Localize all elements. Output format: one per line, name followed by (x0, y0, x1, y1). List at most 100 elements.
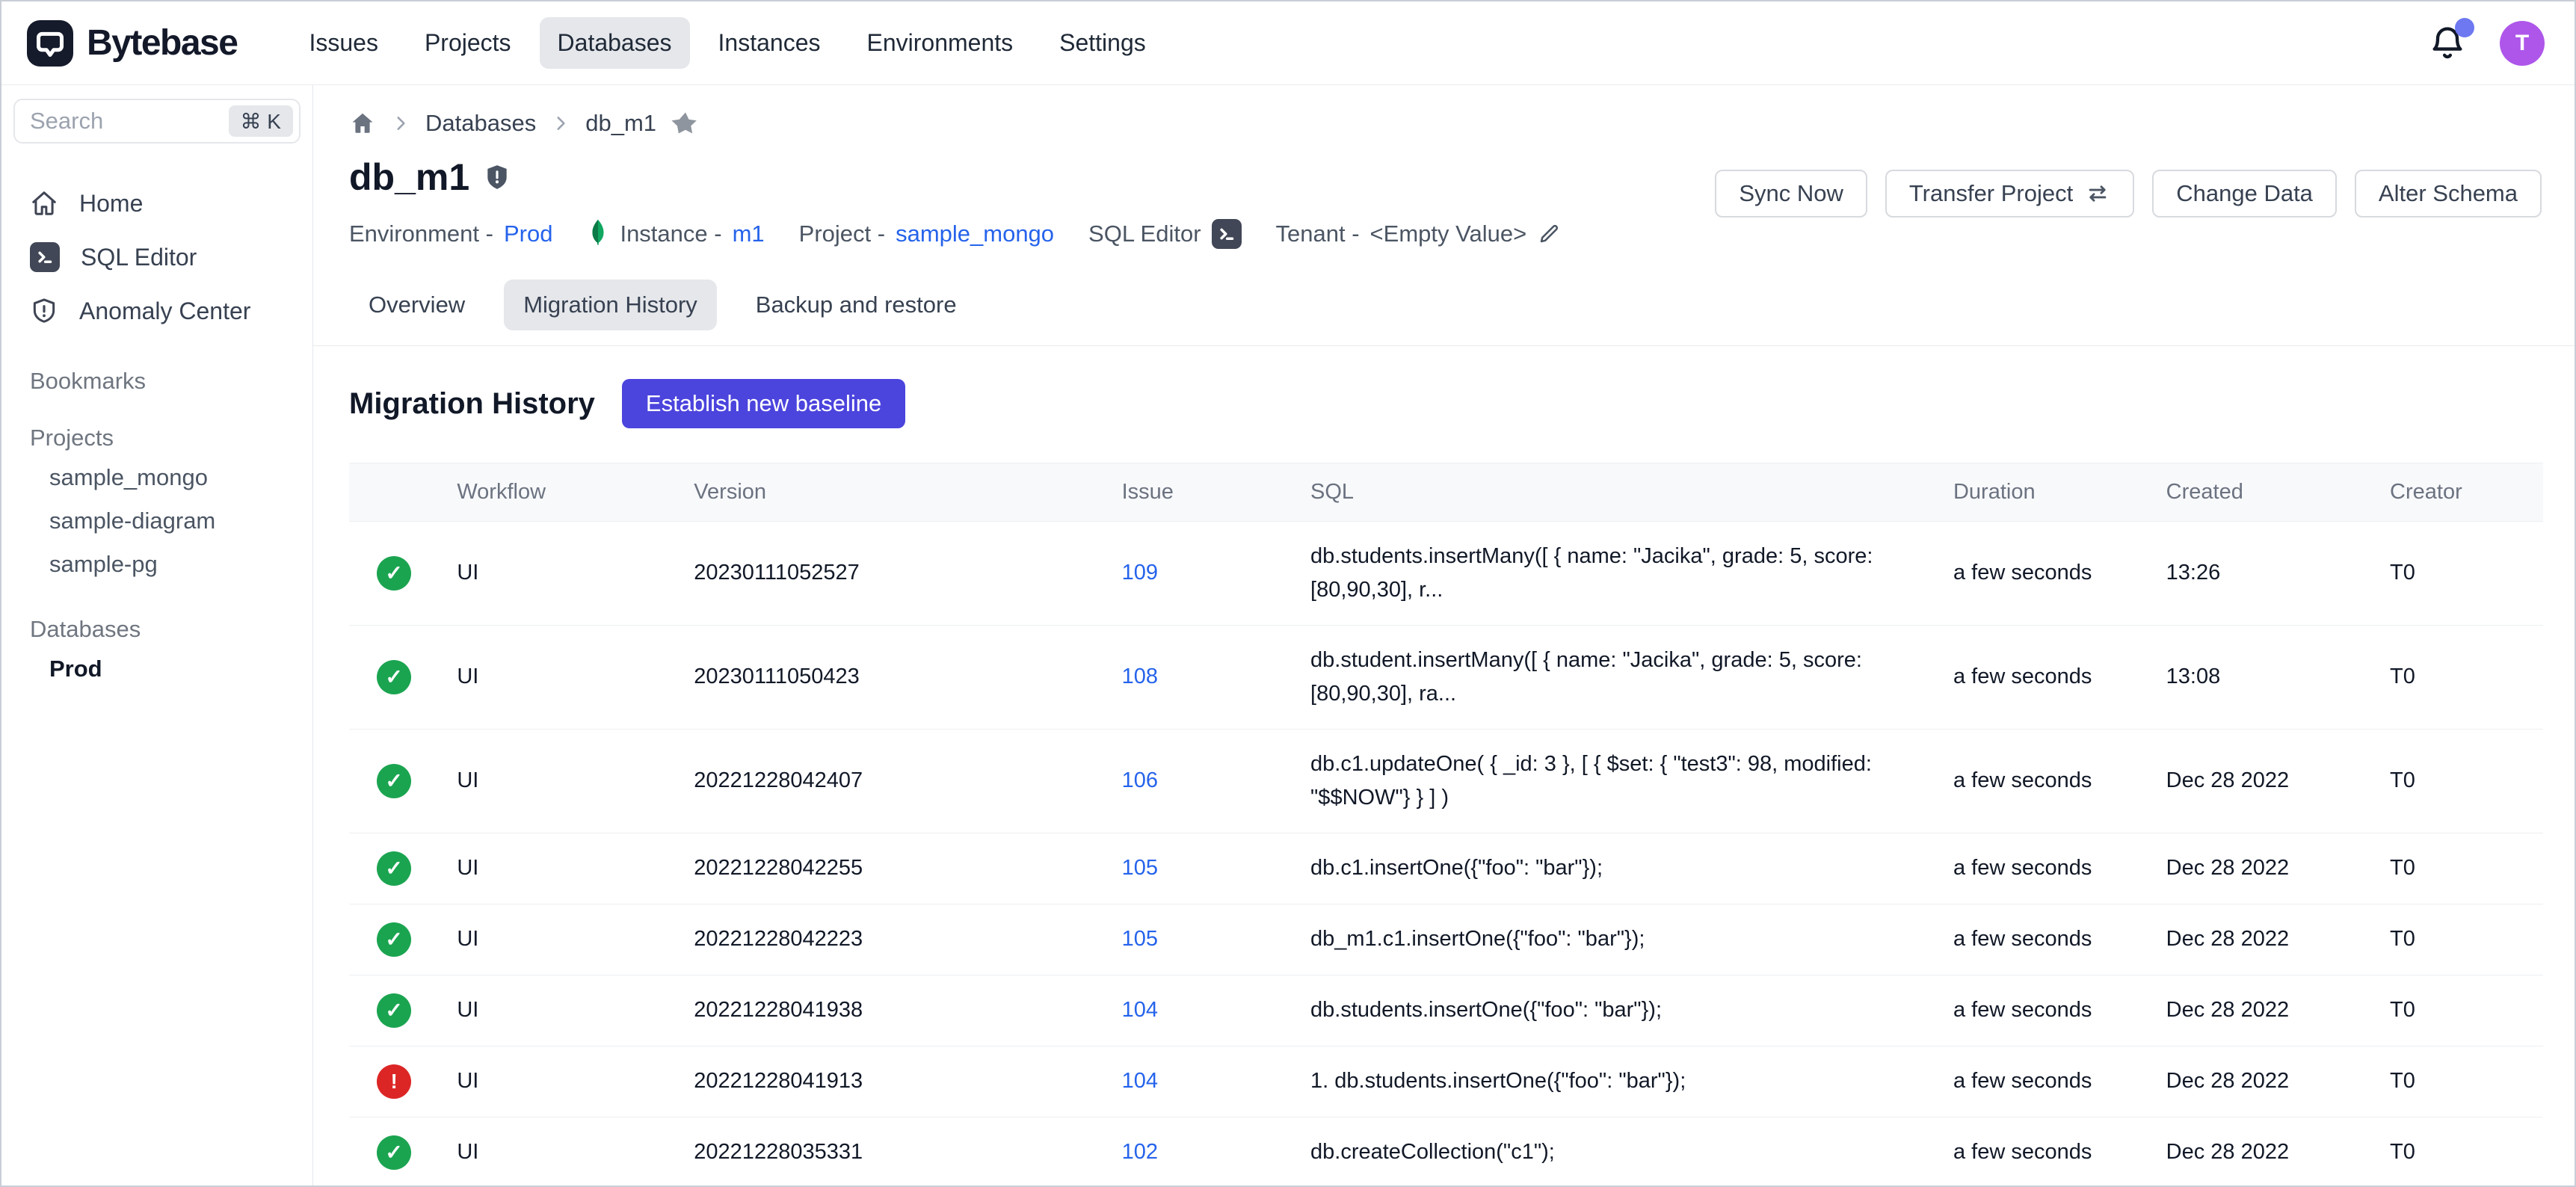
issue-link[interactable]: 104 (1122, 998, 1158, 1022)
sql-cell: db.students.insertOne({"foo": "bar"}); (1292, 975, 1935, 1046)
nav-item-issues[interactable]: Issues (291, 17, 395, 69)
breadcrumb-current: db_m1 (585, 110, 656, 137)
establish-baseline-button[interactable]: Establish new baseline (622, 379, 905, 428)
sidebar-section-bookmarks: Bookmarks (1, 368, 312, 395)
issue-column-header: Issue (1104, 463, 1292, 522)
sidebar-item-anomaly-center[interactable]: Anomaly Center (1, 284, 312, 338)
issue-link[interactable]: 105 (1122, 927, 1158, 951)
creator-cell: T0 (2372, 729, 2543, 833)
duration-cell: a few seconds (1935, 1117, 2148, 1186)
tab-overview[interactable]: Overview (349, 280, 484, 330)
workflow-cell: UI (439, 729, 676, 833)
meta-sql-editor[interactable]: SQL Editor (1088, 219, 1241, 249)
alter-schema-button[interactable]: Alter Schema (2355, 170, 2542, 218)
search-shortcut-badge: ⌘ K (229, 105, 293, 137)
meta-environment: Environment - Prod (349, 221, 552, 247)
tab-backup-and-restore[interactable]: Backup and restore (736, 280, 976, 330)
top-nav: Bytebase Issues Projects Databases Insta… (1, 1, 2575, 85)
shield-icon (483, 163, 511, 191)
edit-pencil-icon[interactable] (1537, 222, 1561, 246)
sidebar-item-label: Anomaly Center (79, 297, 250, 325)
workflow-column-header: Workflow (439, 463, 676, 522)
transfer-project-button[interactable]: Transfer Project (1885, 170, 2134, 218)
table-row: UI 20221228042407 106 db.c1.updateOne( {… (349, 729, 2543, 833)
duration-cell: a few seconds (1935, 833, 2148, 904)
status-icon (377, 1064, 411, 1099)
sidebar-section-databases: Databases (1, 616, 312, 643)
sidebar-project-sample-mongo[interactable]: sample_mongo (1, 456, 312, 499)
section-title: Migration History (349, 387, 595, 421)
table-row: UI 20221228042223 105 db_m1.c1.insertOne… (349, 904, 2543, 975)
table-row: UI 20221228041938 104 db.students.insert… (349, 975, 2543, 1046)
nav-item-environments[interactable]: Environments (848, 17, 1031, 69)
sidebar-item-label: Home (79, 190, 143, 218)
nav-item-projects[interactable]: Projects (407, 17, 529, 69)
breadcrumb-home-icon[interactable] (349, 110, 376, 137)
issue-link[interactable]: 105 (1122, 856, 1158, 880)
workflow-cell: UI (439, 522, 676, 626)
sidebar-item-home[interactable]: Home (1, 176, 312, 230)
created-cell: Dec 28 2022 (2148, 729, 2372, 833)
version-cell: 20230111052527 (676, 522, 1103, 626)
creator-cell: T0 (2372, 1117, 2543, 1186)
tab-migration-history[interactable]: Migration History (504, 280, 717, 330)
workflow-cell: UI (439, 1046, 676, 1117)
created-column-header: Created (2148, 463, 2372, 522)
environment-link[interactable]: Prod (504, 221, 552, 247)
created-cell: Dec 28 2022 (2148, 1046, 2372, 1117)
duration-cell: a few seconds (1935, 625, 2148, 729)
brand[interactable]: Bytebase (27, 20, 237, 67)
project-link[interactable]: sample_mongo (896, 221, 1054, 247)
sql-cell: db.students.insertMany([ { name: "Jacika… (1292, 522, 1935, 626)
issue-link[interactable]: 108 (1122, 665, 1158, 688)
created-cell: Dec 28 2022 (2148, 904, 2372, 975)
sidebar-project-sample-diagram[interactable]: sample-diagram (1, 499, 312, 543)
breadcrumb-databases[interactable]: Databases (425, 110, 536, 137)
terminal-icon (1212, 219, 1242, 249)
main-panel: Databases db_m1 db_m1 (313, 85, 2575, 1186)
favorite-star-icon[interactable] (671, 109, 700, 138)
table-row: UI 20221228041913 104 1. db.students.ins… (349, 1046, 2543, 1117)
sidebar-database-prod[interactable]: Prod (1, 647, 312, 691)
sql-cell: db_m1.c1.insertOne({"foo": "bar"}); (1292, 904, 1935, 975)
avatar[interactable]: T (2500, 21, 2545, 66)
issue-link[interactable]: 104 (1122, 1069, 1158, 1093)
notifications-button[interactable] (2428, 24, 2467, 63)
version-column-header: Version (676, 463, 1103, 522)
shield-alert-icon (30, 297, 58, 325)
issue-link[interactable]: 102 (1122, 1140, 1158, 1164)
meta-project: Project - sample_mongo (799, 221, 1054, 247)
creator-cell: T0 (2372, 975, 2543, 1046)
created-cell: Dec 28 2022 (2148, 975, 2372, 1046)
version-cell: 20221228041913 (676, 1046, 1103, 1117)
issue-link[interactable]: 109 (1122, 561, 1158, 585)
version-cell: 20221228041938 (676, 975, 1103, 1046)
nav-item-databases[interactable]: Databases (540, 17, 690, 69)
table-row: UI 20221228042255 105 db.c1.insertOne({"… (349, 833, 2543, 904)
issue-link[interactable]: 106 (1122, 768, 1158, 792)
created-cell: Dec 28 2022 (2148, 833, 2372, 904)
database-tabs: Overview Migration History Backup and re… (313, 280, 2575, 346)
sidebar-item-sql-editor[interactable]: SQL Editor (1, 230, 312, 284)
sql-cell: db.c1.updateOne( { _id: 3 }, [ { $set: {… (1292, 729, 1935, 833)
chevron-right-icon (391, 114, 410, 133)
status-icon (377, 922, 411, 957)
created-cell: 13:08 (2148, 625, 2372, 729)
page-actions: Sync Now Transfer Project Change Data Al… (1715, 170, 2542, 218)
nav-item-instances[interactable]: Instances (700, 17, 839, 69)
creator-cell: T0 (2372, 833, 2543, 904)
instance-link[interactable]: m1 (733, 221, 765, 247)
terminal-icon (30, 242, 60, 272)
duration-cell: a few seconds (1935, 729, 2148, 833)
version-cell: 20221228035331 (676, 1117, 1103, 1186)
sql-cell: db.c1.insertOne({"foo": "bar"}); (1292, 833, 1935, 904)
table-row: UI 20221228035331 102 db.createCollectio… (349, 1117, 2543, 1186)
duration-cell: a few seconds (1935, 522, 2148, 626)
sidebar-project-sample-pg[interactable]: sample-pg (1, 543, 312, 586)
sync-now-button[interactable]: Sync Now (1715, 170, 1867, 218)
duration-cell: a few seconds (1935, 1046, 2148, 1117)
nav-item-settings[interactable]: Settings (1041, 17, 1164, 69)
bytebase-logo-icon (27, 20, 73, 67)
change-data-button[interactable]: Change Data (2152, 170, 2337, 218)
created-cell: 13:26 (2148, 522, 2372, 626)
